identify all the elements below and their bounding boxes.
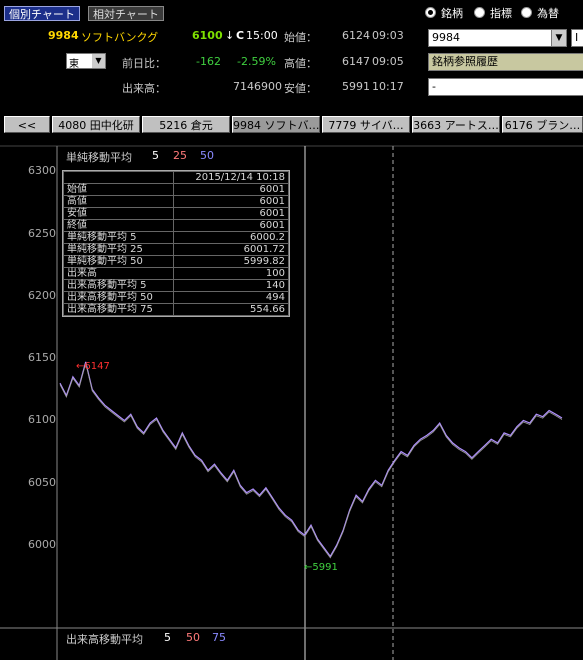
- low-label: 安値：: [284, 82, 317, 95]
- stock-price: 6100: [192, 29, 223, 42]
- info-row-label: 単純移動平均 25: [62, 243, 175, 256]
- radio-fx[interactable]: [521, 7, 532, 18]
- info-row: 単純移動平均 25 6001.72: [62, 243, 289, 256]
- info-row-label: 単純移動平均 50: [62, 255, 175, 268]
- radio-fx-label: 為替: [537, 7, 559, 20]
- y-tick-label: 6150: [28, 351, 56, 365]
- y-tick-label: 6050: [28, 475, 56, 489]
- info-row-label: 出来高移動平均 50: [62, 291, 175, 304]
- stock-tab-3663[interactable]: 3663 アートス…: [412, 116, 500, 133]
- y-tick-label: 6200: [28, 288, 56, 302]
- volume-ma-title: 出来高移動平均: [66, 633, 143, 646]
- down-arrow-icon: ↓: [225, 29, 235, 42]
- ma-period-50: 50: [200, 149, 214, 162]
- radio-index[interactable]: [474, 7, 485, 18]
- open-value: 6124: [342, 29, 370, 42]
- info-row: 安値 6001: [62, 207, 289, 220]
- info-row: 終値 6001: [62, 219, 289, 232]
- third-field[interactable]: -: [428, 78, 583, 96]
- high-time: 09:05: [372, 55, 404, 68]
- stock-tab-back[interactable]: <<: [4, 116, 50, 133]
- info-row: 単純移動平均 5 6000.2: [62, 231, 289, 244]
- volume-value: 7146900: [233, 80, 282, 93]
- ma-period-25: 25: [173, 149, 187, 162]
- info-row: 出来高移動平均 75 554.66: [62, 303, 289, 316]
- info-row: 出来高 100: [62, 267, 289, 280]
- high-marker: ←6147: [76, 361, 110, 372]
- chevron-down-icon[interactable]: ▼: [92, 54, 105, 68]
- history-field[interactable]: 銘柄参照履歴: [428, 53, 583, 71]
- right-cut-field[interactable]: I: [571, 29, 583, 47]
- info-row-label: 単純移動平均 5: [62, 231, 175, 244]
- tab-individual-chart[interactable]: 個別チャート: [4, 6, 80, 21]
- radio-stock[interactable]: [425, 7, 436, 18]
- y-tick-label: 6250: [28, 226, 56, 240]
- info-datetime: 2015/12/14 10:18: [173, 171, 289, 184]
- info-row-value: 6001.72: [173, 243, 289, 256]
- info-row-value: 6001: [173, 183, 289, 196]
- right-cut-value: I: [575, 31, 579, 44]
- high-label: 高値：: [284, 57, 317, 70]
- stock-code: 9984: [48, 29, 79, 42]
- radio-index-label: 指標: [490, 7, 512, 20]
- price-time: 15:00: [246, 29, 278, 42]
- stock-tab-9984[interactable]: 9984 ソフトバ…: [232, 116, 320, 133]
- third-field-value: -: [432, 80, 436, 93]
- info-row-value: 6000.2: [173, 231, 289, 244]
- info-row-value: 5999.82: [173, 255, 289, 268]
- history-label: 銘柄参照履歴: [432, 55, 498, 68]
- stock-name: ソフトバンクグ: [81, 31, 159, 44]
- stock-tab-6176[interactable]: 6176 ブラン…: [502, 116, 583, 133]
- info-row-label: 高値: [62, 195, 175, 208]
- low-time: 10:17: [372, 80, 404, 93]
- info-row-label: 出来高: [62, 267, 175, 280]
- y-tick-label: 6300: [28, 164, 56, 178]
- info-row: 出来高移動平均 5 140: [62, 279, 289, 292]
- radio-stock-label: 銘柄: [441, 7, 463, 20]
- volume-ma-75: 75: [212, 631, 226, 644]
- info-row: 高値 6001: [62, 195, 289, 208]
- info-row: 出来高移動平均 50 494: [62, 291, 289, 304]
- info-row: 始値 6001: [62, 183, 289, 196]
- info-row-value: 140: [173, 279, 289, 292]
- volume-ma-5: 5: [164, 631, 171, 644]
- tab-relative-chart[interactable]: 相対チャート: [88, 6, 164, 21]
- info-row-label: 安値: [62, 207, 175, 220]
- volume-ma-50: 50: [186, 631, 200, 644]
- info-row: 単純移動平均 50 5999.82: [62, 255, 289, 268]
- low-value: 5991: [342, 80, 370, 93]
- volume-label: 出来高：: [122, 82, 166, 95]
- stock-tab-4080[interactable]: 4080 田中化研: [52, 116, 140, 133]
- change-label: 前日比：: [122, 57, 166, 70]
- info-row-value: 100: [173, 267, 289, 280]
- market-value: 東: [69, 59, 79, 70]
- ma-period-5: 5: [152, 149, 159, 162]
- market-select[interactable]: 東 ▼: [66, 53, 106, 70]
- high-value: 6147: [342, 55, 370, 68]
- info-row-label: 出来高移動平均 5: [62, 279, 175, 292]
- open-label: 始値：: [284, 31, 317, 44]
- chevron-down-icon[interactable]: ▼: [551, 30, 566, 46]
- open-time: 09:03: [372, 29, 404, 42]
- y-tick-label: 6000: [28, 538, 56, 552]
- low-marker: ←5991: [304, 562, 338, 573]
- info-row-label: 始値: [62, 183, 175, 196]
- info-row-value: 494: [173, 291, 289, 304]
- info-row-value: 6001: [173, 219, 289, 232]
- ma-title: 単純移動平均: [66, 151, 132, 164]
- info-tooltip: 2015/12/14 10:18 始値 6001 高値 6001 安値 6001 終値 600…: [62, 170, 290, 317]
- stock-code-combo[interactable]: 9984 ▼: [428, 29, 567, 47]
- info-row-label: 終値: [62, 219, 175, 232]
- info-row-value: 6001: [173, 207, 289, 220]
- stock-code-combo-value: 9984: [432, 31, 460, 44]
- y-tick-label: 6100: [28, 413, 56, 427]
- stock-tab-5216[interactable]: 5216 倉元: [142, 116, 230, 133]
- info-row-label: 出来高移動平均 75: [62, 303, 175, 316]
- change-pct: -2.59%: [237, 55, 276, 68]
- close-flag: C: [236, 29, 245, 42]
- stock-tab-7779[interactable]: 7779 サイバ…: [322, 116, 410, 133]
- change-value: -162: [196, 55, 221, 68]
- info-row-value: 6001: [173, 195, 289, 208]
- info-row-value: 554.66: [173, 303, 289, 316]
